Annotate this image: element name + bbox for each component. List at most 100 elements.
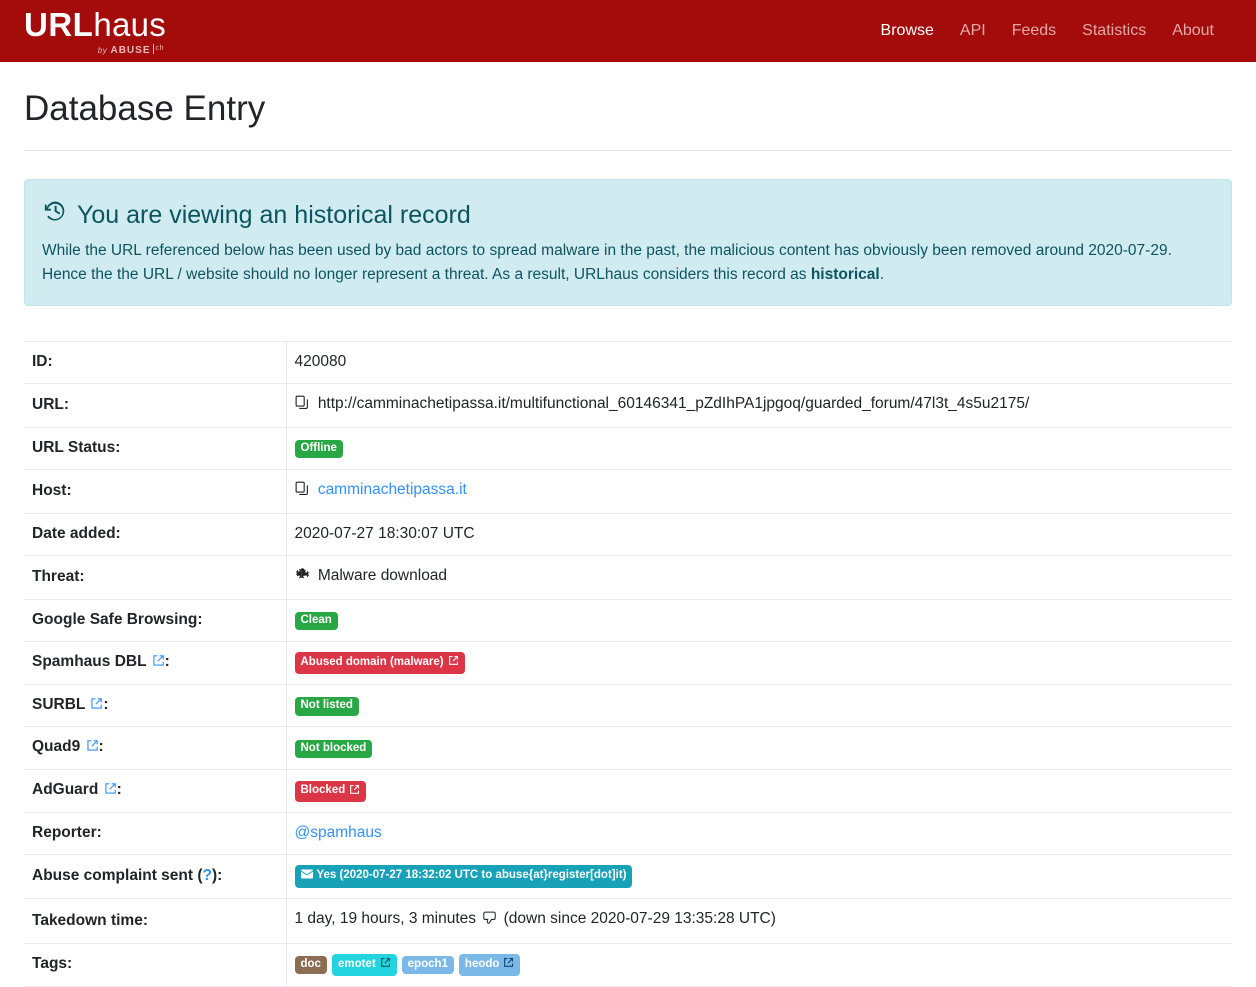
alert-heading-text: You are viewing an historical record <box>77 200 471 229</box>
tag-list: doc emotet epoch1 heodo <box>294 954 1221 976</box>
logo-url-text: URL <box>24 6 94 43</box>
nav-item-about[interactable]: About <box>1172 22 1214 40</box>
row-label-host: Host: <box>24 469 287 514</box>
row-label-reporter: Reporter: <box>24 812 287 855</box>
row-value-tags: doc emotet epoch1 heodo <box>286 944 1232 987</box>
table-row-reporter: Reporter: @spamhaus <box>24 812 1232 855</box>
nav-item-statistics[interactable]: Statistics <box>1082 22 1146 40</box>
row-value-reporter: @spamhaus <box>286 813 1232 855</box>
status-badge-not-listed: Not listed <box>294 697 359 716</box>
quad9-label-colon: : <box>98 738 104 756</box>
row-label-tags: Tags: <box>24 943 287 987</box>
row-value-adguard: Blocked <box>286 770 1232 813</box>
row-value-id: 420080 <box>294 353 347 371</box>
logo-divider <box>152 44 154 54</box>
external-link-icon[interactable] <box>152 654 165 671</box>
row-label-id: ID: <box>24 341 287 384</box>
logo-wordmark: URLhaus <box>24 8 166 41</box>
row-value-abuse-complaint: Yes (2020-07-27 18:32:02 UTC to abuse{at… <box>286 855 1232 899</box>
row-value-threat: Malware download <box>286 555 1232 599</box>
external-link-icon[interactable] <box>349 784 360 799</box>
alert-heading: You are viewing an historical record <box>42 198 1214 231</box>
envelope-icon <box>300 868 313 884</box>
status-badge-clean: Clean <box>294 611 338 631</box>
host-link[interactable]: camminachetipassa.it <box>318 481 467 498</box>
status-badge-abuse-complaint: Yes (2020-07-27 18:32:02 UTC to abuse{at… <box>294 865 633 888</box>
row-value-takedown-time: 1 day, 19 hours, 3 minutes (down since 2… <box>286 899 1232 944</box>
logo-ch-text: ch <box>155 45 165 52</box>
status-badge-not-blocked: Not blocked <box>294 739 373 759</box>
tag-epoch1[interactable]: epoch1 <box>401 955 454 975</box>
reporter-link[interactable]: @spamhaus <box>295 824 382 841</box>
row-value-google-safe-browsing: Clean <box>286 599 1232 641</box>
table-row-threat: Threat: Malware download <box>24 555 1232 600</box>
status-badge-blocked: Blocked <box>294 780 367 803</box>
external-link-icon[interactable] <box>90 697 103 714</box>
title-divider <box>24 150 1232 151</box>
row-label-date-added: Date added: <box>24 513 287 556</box>
logo-abuse-text: ABUSE <box>110 45 151 56</box>
logo-haus-text: haus <box>93 6 167 43</box>
copy-icon[interactable] <box>295 481 314 500</box>
adguard-label-colon: : <box>116 781 122 799</box>
table-row-tags: Tags: doc emotet epoch1 heodo <box>24 943 1232 987</box>
alert-body: While the URL referenced below has been … <box>42 239 1214 286</box>
surbl-label-colon: : <box>103 695 109 713</box>
spamhaus-badge-text: Abused domain (malware) <box>300 655 444 668</box>
external-link-icon[interactable] <box>380 957 391 972</box>
row-label-quad9: Quad9 : <box>24 726 287 770</box>
logo-by-text: by <box>97 46 108 55</box>
table-row-surbl: SURBL : Not listed <box>24 684 1232 727</box>
adguard-label-text: AdGuard <box>32 781 99 799</box>
row-value-url: http://camminachetipassa.it/multifunctio… <box>286 384 1232 428</box>
copy-icon[interactable] <box>295 395 314 414</box>
row-label-abuse-complaint: Abuse complaint sent (?): <box>24 854 287 899</box>
nav-item-api[interactable]: API <box>960 22 986 40</box>
abuse-label-prefix: Abuse complaint sent ( <box>32 867 203 885</box>
table-row-id: ID: 420080 <box>24 341 1232 384</box>
surbl-label-text: SURBL <box>32 695 86 713</box>
spamhaus-label-colon: : <box>164 652 170 670</box>
abuse-badge-text: Yes (2020-07-27 18:32:02 UTC to abuse{at… <box>316 869 627 882</box>
database-entry-table: ID: 420080 URL: http://camminachetipassa… <box>24 341 1232 987</box>
table-row-abuse-complaint: Abuse complaint sent (?): Yes (2020-07-2… <box>24 854 1232 899</box>
table-row-url: URL: http://camminachetipassa.it/multifu… <box>24 383 1232 428</box>
historical-record-alert: You are viewing an historical record Whi… <box>24 179 1232 307</box>
external-link-icon[interactable] <box>448 655 459 670</box>
help-question-icon[interactable]: ? <box>203 867 212 884</box>
table-row-spamhaus-dbl: Spamhaus DBL : Abused domain (malware) <box>24 641 1232 685</box>
row-value-date-added: 2020-07-27 18:30:07 UTC <box>294 524 475 542</box>
table-row-quad9: Quad9 : Not blocked <box>24 726 1232 770</box>
row-value-url-status: Offline <box>286 427 1232 469</box>
row-value-host: camminachetipassa.it <box>286 469 1232 513</box>
row-value-quad9: Not blocked <box>286 727 1232 770</box>
history-icon <box>42 198 68 231</box>
table-row-adguard: AdGuard : Blocked <box>24 769 1232 813</box>
tag-heodo-label: heodo <box>464 957 500 970</box>
bug-icon <box>295 567 314 586</box>
external-link-icon[interactable] <box>104 782 117 799</box>
nav-item-feeds[interactable]: Feeds <box>1012 22 1056 40</box>
takedown-duration: 1 day, 19 hours, 3 minutes <box>294 910 477 928</box>
logo-subtitle: by ABUSE ch <box>24 44 164 56</box>
alert-body-text-1: While the URL referenced below has been … <box>42 242 1172 283</box>
tag-doc[interactable]: doc <box>294 955 327 975</box>
urlhaus-logo[interactable]: URLhaus by ABUSE ch <box>24 6 166 56</box>
page-title: Database Entry <box>24 89 266 128</box>
tag-emotet[interactable]: emotet <box>331 954 397 976</box>
external-link-icon[interactable] <box>503 957 514 972</box>
spamhaus-label-text: Spamhaus DBL <box>32 652 147 670</box>
takedown-down-since: (down since 2020-07-29 13:35:28 UTC) <box>503 910 776 928</box>
tag-emotet-label: emotet <box>337 957 376 970</box>
row-label-surbl: SURBL : <box>24 684 287 727</box>
table-row-google-safe-browsing: Google Safe Browsing: Clean <box>24 599 1232 642</box>
table-row-url-status: URL Status: Offline <box>24 427 1232 470</box>
row-label-adguard: AdGuard : <box>24 769 287 813</box>
top-navbar: URLhaus by ABUSE ch Browse API Feeds Stat… <box>0 0 1256 62</box>
row-label-takedown-time: Takedown time: <box>24 898 287 944</box>
status-badge-abused-domain: Abused domain (malware) <box>294 652 465 674</box>
external-link-icon[interactable] <box>86 739 99 756</box>
tag-heodo[interactable]: heodo <box>458 954 521 976</box>
row-label-url: URL: <box>24 383 287 428</box>
nav-item-browse[interactable]: Browse <box>881 22 934 40</box>
